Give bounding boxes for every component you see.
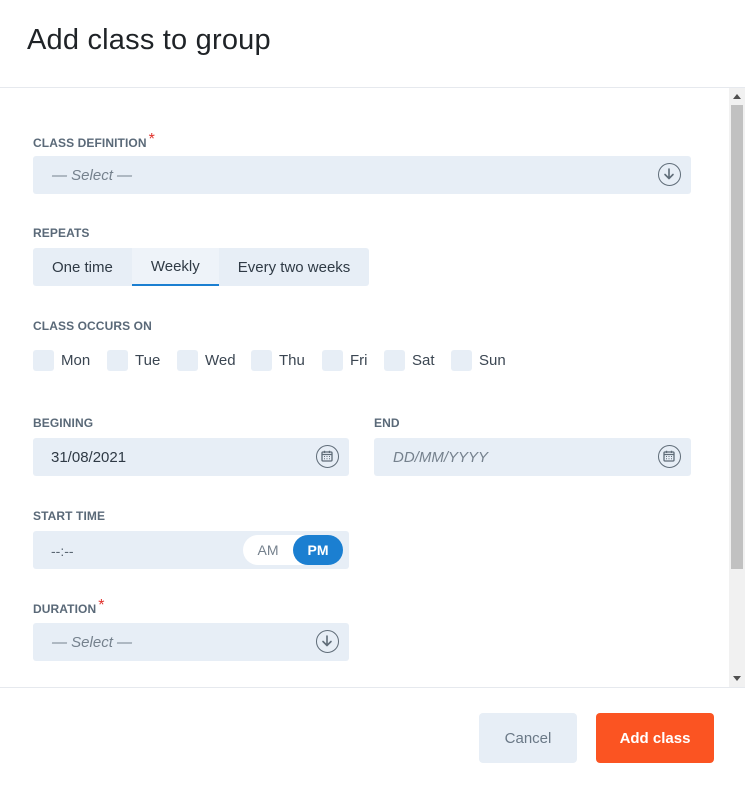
repeats-option-one-time[interactable]: One time [33, 248, 132, 286]
checkbox[interactable] [451, 350, 472, 371]
begining-date-value: 31/08/2021 [51, 449, 127, 466]
end-date-input[interactable]: DD/MM/YYYY [374, 438, 691, 476]
vertical-scrollbar[interactable] [729, 88, 745, 687]
repeats-option-weekly[interactable]: Weekly [131, 248, 219, 286]
duration-label: DURATION * [33, 597, 105, 618]
end-date-placeholder: DD/MM/YYYY [393, 449, 489, 466]
day-label: Sun [479, 352, 506, 369]
repeats-option-every-two-weeks[interactable]: Every two weeks [219, 248, 370, 286]
day-checkbox-sun[interactable]: Sun [451, 350, 511, 371]
day-label: Sat [412, 352, 435, 369]
dialog-header: Add class to group [0, 0, 745, 88]
class-definition-placeholder: — Select — [52, 167, 133, 184]
scroll-down-arrow-icon[interactable] [733, 676, 741, 681]
class-definition-label-text: CLASS DEFINITION [33, 136, 147, 150]
duration-label-text: DURATION [33, 602, 97, 616]
day-checkbox-tue[interactable]: Tue [107, 350, 177, 371]
pm-option[interactable]: PM [293, 535, 343, 565]
checkbox[interactable] [322, 350, 343, 371]
start-time-input[interactable]: --:-- AM PM [33, 531, 349, 569]
am-option[interactable]: AM [243, 535, 293, 565]
required-mark: * [98, 597, 105, 614]
chevron-down-icon[interactable] [316, 630, 339, 653]
checkbox[interactable] [177, 350, 198, 371]
day-label: Tue [135, 352, 161, 369]
scroll-up-arrow-icon[interactable] [733, 94, 741, 99]
day-label: Fri [350, 352, 368, 369]
checkbox[interactable] [33, 350, 54, 371]
begining-label: BEGINING [33, 416, 94, 430]
day-label: Thu [279, 352, 305, 369]
scrollbar-thumb[interactable] [731, 105, 743, 569]
dialog-body: CLASS DEFINITION * — Select — REPEATS One… [0, 88, 745, 687]
duration-select[interactable]: — Select — [33, 623, 349, 661]
calendar-icon[interactable] [658, 445, 681, 468]
day-label: Mon [61, 352, 91, 369]
chevron-down-icon[interactable] [658, 163, 681, 186]
class-definition-label: CLASS DEFINITION * [33, 131, 155, 152]
begining-date-input[interactable]: 31/08/2021 [33, 438, 349, 476]
class-definition-select[interactable]: — Select — [33, 156, 691, 194]
repeats-segmented-control: One time Weekly Every two weeks [33, 248, 370, 286]
checkbox[interactable] [384, 350, 405, 371]
dialog-footer: Cancel Add class [0, 687, 745, 788]
start-time-label: START TIME [33, 509, 106, 523]
start-time-value: --:-- [51, 543, 74, 559]
checkbox[interactable] [107, 350, 128, 371]
cancel-button[interactable]: Cancel [479, 713, 577, 763]
class-occurs-on-label: CLASS OCCURS ON [33, 319, 152, 333]
day-checkbox-fri[interactable]: Fri [322, 350, 384, 371]
end-label: END [374, 416, 400, 430]
calendar-icon[interactable] [316, 445, 339, 468]
day-checkbox-thu[interactable]: Thu [251, 350, 322, 371]
repeats-label: REPEATS [33, 226, 90, 240]
dialog-title: Add class to group [27, 24, 271, 56]
required-mark: * [148, 131, 155, 148]
add-class-button[interactable]: Add class [596, 713, 714, 763]
day-checkbox-wed[interactable]: Wed [177, 350, 251, 371]
day-label: Wed [205, 352, 236, 369]
weekday-checkboxes: Mon Tue Wed Thu Fri Sat Sun [33, 350, 511, 371]
day-checkbox-sat[interactable]: Sat [384, 350, 451, 371]
day-checkbox-mon[interactable]: Mon [33, 350, 107, 371]
am-pm-toggle: AM PM [243, 535, 343, 565]
duration-placeholder: — Select — [52, 634, 133, 651]
checkbox[interactable] [251, 350, 272, 371]
